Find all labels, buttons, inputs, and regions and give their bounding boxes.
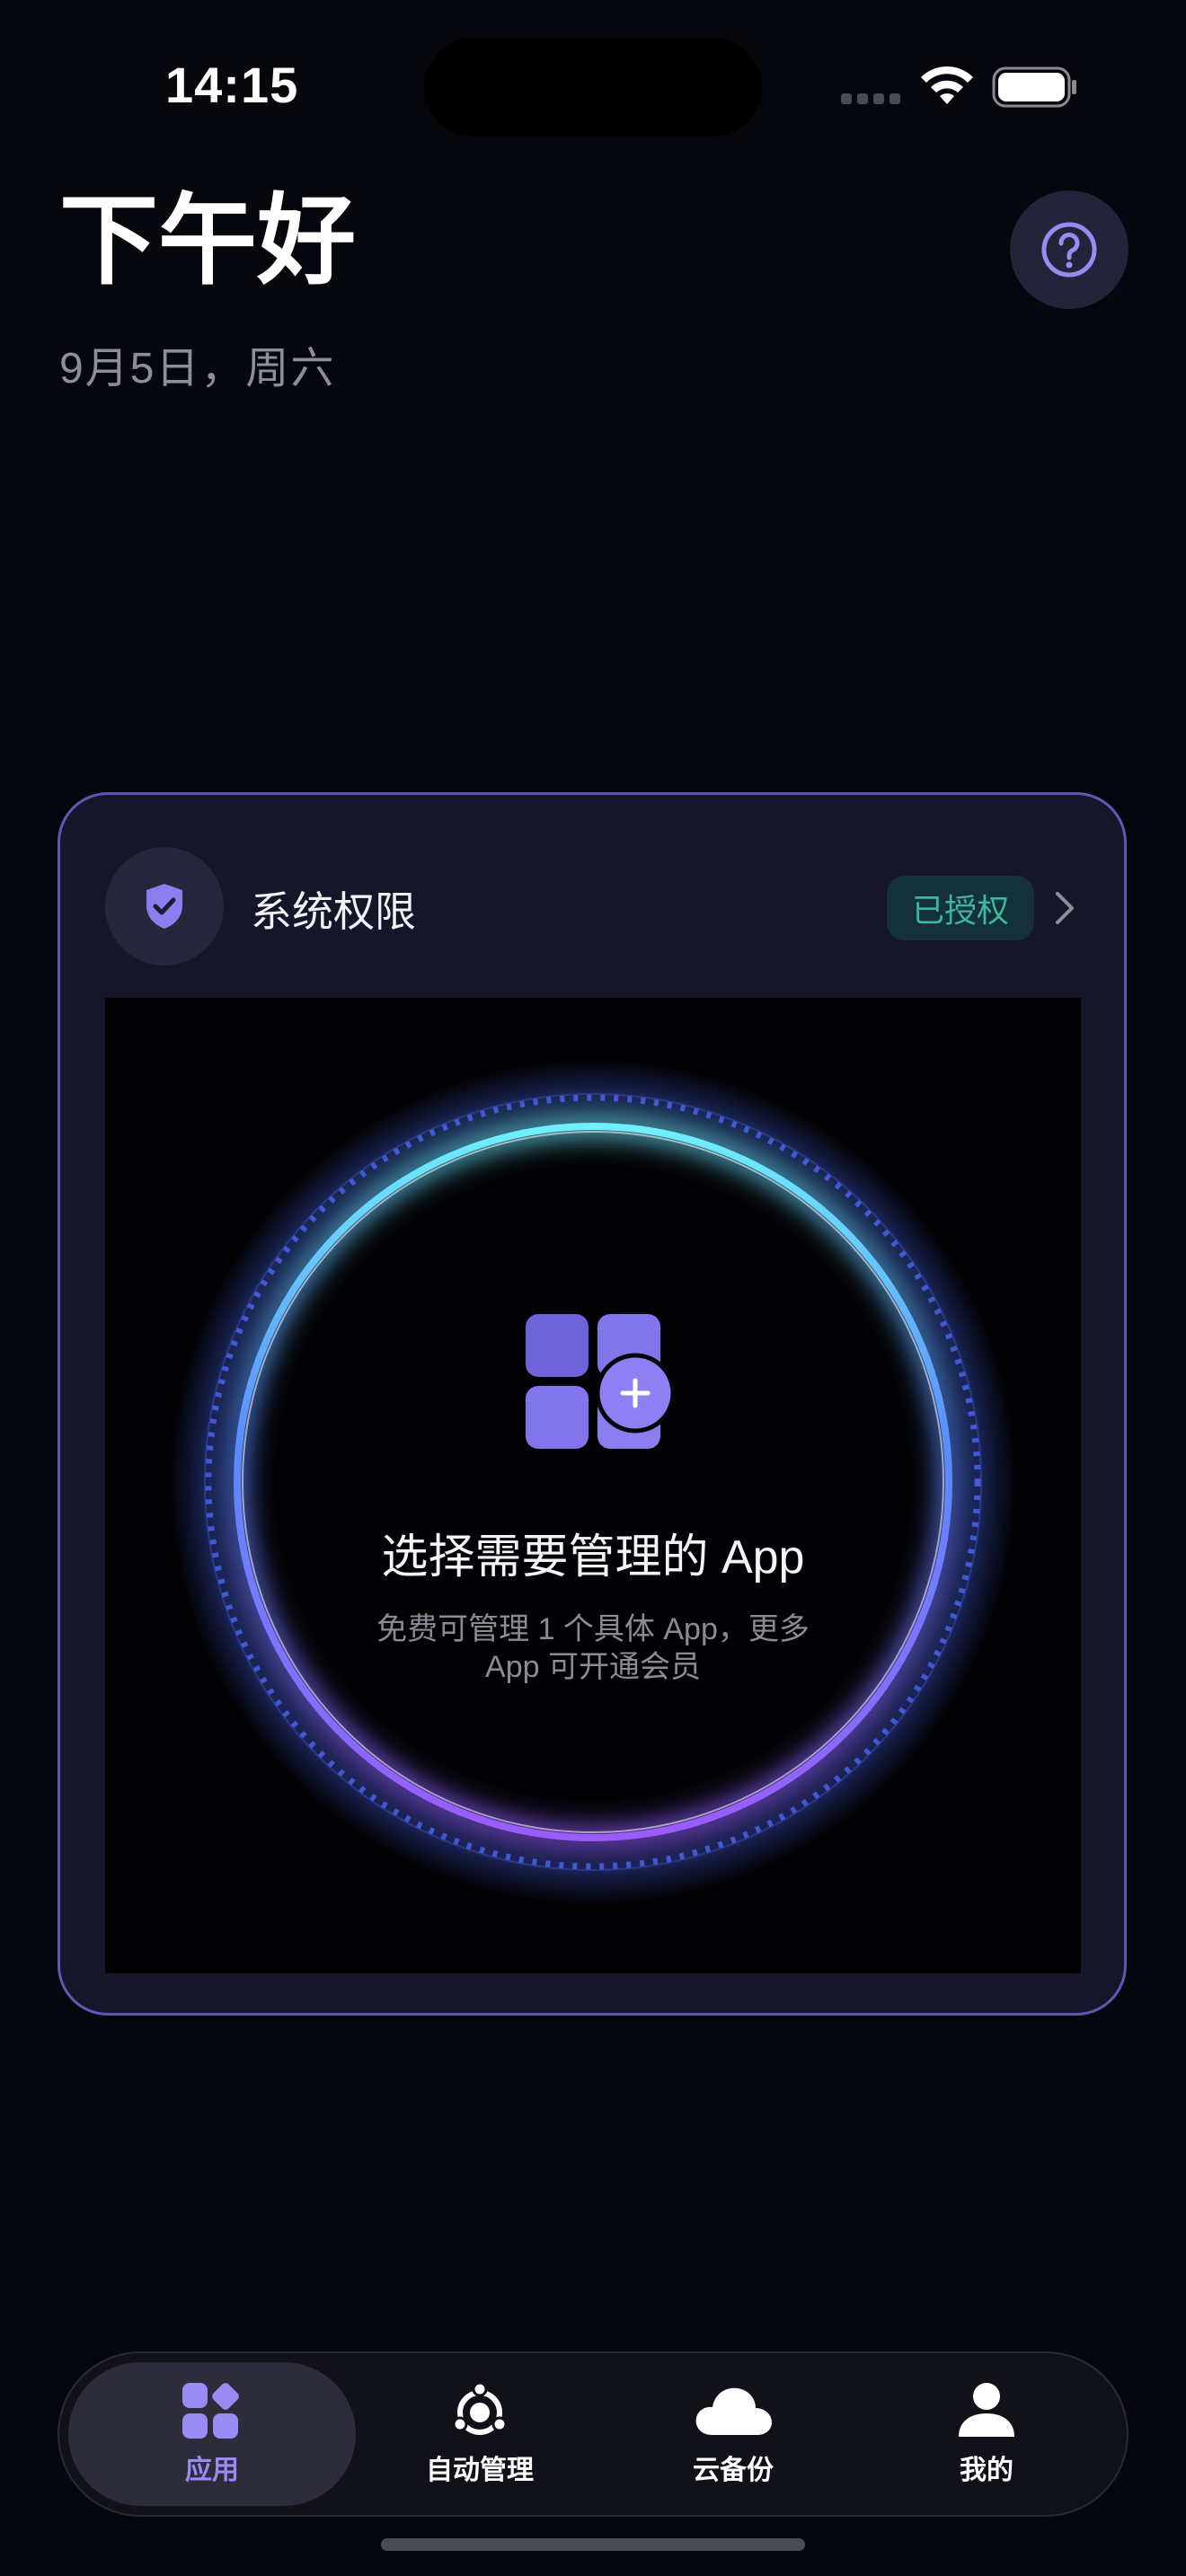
app-management-card: 系统权限 已授权 选择需要管理的 App 免费可管理 1 个具体 App，更多 … — [58, 792, 1127, 2016]
tab-cloud-backup[interactable]: 云备份 — [589, 2362, 877, 2506]
tab-mine-label: 我的 — [960, 2456, 1013, 2485]
cloud-icon — [695, 2387, 772, 2435]
date-label: 9月5日，周六 — [59, 345, 336, 393]
wifi-icon — [918, 65, 976, 112]
help-button[interactable] — [1010, 190, 1128, 309]
question-circle-icon — [1041, 222, 1097, 278]
status-time: 14:15 — [165, 57, 299, 113]
apps-add-icon — [524, 1312, 686, 1460]
tab-apps-label: 应用 — [185, 2456, 239, 2485]
authorized-badge: 已授权 — [887, 876, 1034, 940]
system-permission-row[interactable]: 系统权限 已授权 — [60, 795, 1124, 1014]
tab-mine[interactable]: 我的 — [843, 2362, 1130, 2506]
chevron-right-icon — [1054, 890, 1075, 931]
shield-icon-wrap — [105, 847, 224, 966]
select-app-title: 选择需要管理的 App — [381, 1531, 805, 1584]
permission-title: 系统权限 — [251, 888, 416, 935]
select-app-subtitle: 免费可管理 1 个具体 App，更多 App 可开通会员 — [376, 1612, 810, 1684]
glow-ring — [171, 1060, 1015, 1904]
auto-manage-icon — [452, 2381, 508, 2435]
greeting-title: 下午好 — [59, 186, 356, 296]
cellular-signal-icon — [841, 93, 900, 104]
tab-cloud-backup-label: 云备份 — [693, 2456, 774, 2485]
dynamic-island — [424, 38, 762, 137]
shield-check-icon — [146, 884, 182, 929]
apps-grid-icon — [182, 2383, 239, 2439]
person-icon — [959, 2383, 1014, 2437]
tab-apps[interactable]: 应用 — [68, 2362, 356, 2506]
select-app-panel[interactable]: 选择需要管理的 App 免费可管理 1 个具体 App，更多 App 可开通会员 — [105, 998, 1081, 1973]
tab-auto-manage[interactable]: 自动管理 — [336, 2362, 624, 2506]
tab-auto-manage-label: 自动管理 — [426, 2456, 534, 2485]
home-indicator — [381, 2538, 805, 2551]
tab-bar: 应用 自动管理 云备份 我的 — [58, 2351, 1128, 2517]
battery-icon — [992, 66, 1078, 112]
